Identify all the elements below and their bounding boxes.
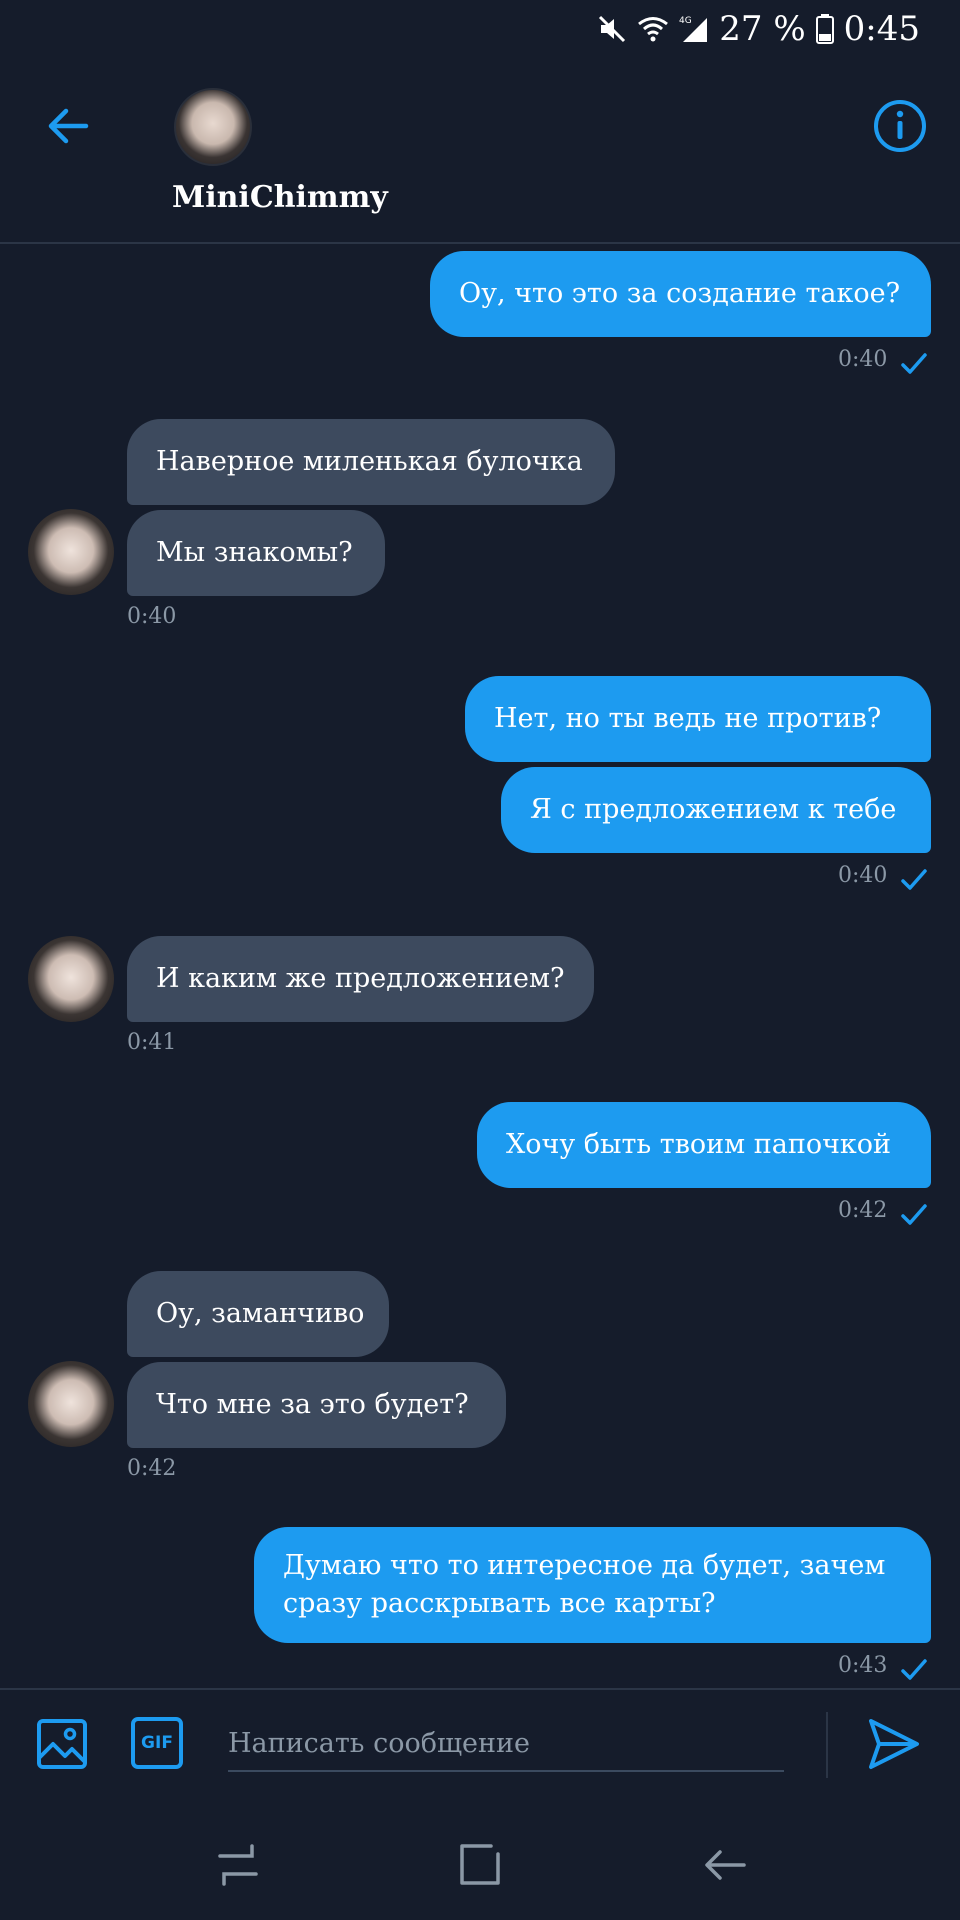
message-bubble-outgoing[interactable]: Нет, но ты ведь не против?: [465, 676, 931, 762]
message-text: Думаю что то интересное да будет, зачем …: [283, 1550, 886, 1619]
info-button[interactable]: [870, 96, 930, 156]
message-bubble-incoming[interactable]: Мы знакомы?: [127, 510, 385, 596]
message-text: Мы знакомы?: [156, 537, 353, 568]
back-arrow-icon: [48, 108, 89, 144]
message-text: Оу, заманчиво: [156, 1298, 365, 1329]
message-bubble-incoming[interactable]: Наверное миленькая булочка: [127, 419, 615, 505]
status-bar: 4G 27 % 0:45: [0, 0, 960, 58]
read-check-icon: [901, 353, 927, 374]
message-time: 0:40: [838, 863, 888, 888]
message-time: 0:42: [838, 1198, 888, 1223]
message-text: Оу, что это за создание такое?: [459, 278, 901, 309]
read-check-icon: [901, 1659, 927, 1680]
signal-icon: 4G: [679, 14, 709, 44]
contact-name[interactable]: MiniChimmy: [172, 180, 388, 215]
add-image-button[interactable]: [36, 1718, 88, 1770]
message-bubble-outgoing[interactable]: Хочу быть твоим папочкой: [477, 1102, 931, 1188]
home-icon: [460, 1844, 500, 1885]
message-composer: GIF Написать сообщение: [0, 1688, 960, 1806]
message-bubble-incoming[interactable]: Оу, заманчиво: [127, 1271, 389, 1357]
conversation-header: MiniChimmy: [0, 58, 960, 244]
message-bubble-incoming[interactable]: И каким же предложением?: [127, 936, 594, 1022]
message-time: 0:43: [838, 1653, 888, 1678]
recent-apps-button[interactable]: [214, 1840, 264, 1890]
battery-icon: [815, 14, 834, 44]
contact-avatar[interactable]: [174, 88, 252, 166]
wifi-icon: [637, 15, 669, 43]
message-bubble-outgoing[interactable]: Я с предложением к тебе: [501, 767, 931, 853]
message-time: 0:40: [838, 347, 888, 372]
back-nav-icon: [705, 1850, 746, 1880]
message-text: И каким же предложением?: [156, 963, 565, 994]
network-label: 4G: [679, 16, 692, 26]
send-icon: [869, 1719, 919, 1769]
message-text: Наверное миленькая булочка: [156, 446, 583, 477]
sender-avatar[interactable]: [28, 509, 114, 595]
message-bubble-outgoing[interactable]: Оу, что это за создание такое?: [430, 251, 931, 337]
message-bubble-outgoing[interactable]: Думаю что то интересное да будет, зачем …: [254, 1527, 931, 1643]
gif-label: GIF: [141, 1733, 173, 1753]
info-icon: [874, 100, 926, 152]
sender-avatar[interactable]: [28, 1361, 114, 1447]
message-input[interactable]: Написать сообщение: [228, 1716, 784, 1772]
message-time: 0:41: [127, 1030, 177, 1055]
battery-percent: 27 %: [719, 9, 806, 49]
sender-avatar[interactable]: [28, 936, 114, 1022]
home-button[interactable]: [455, 1840, 505, 1890]
back-nav-button[interactable]: [700, 1840, 750, 1890]
read-check-icon: [901, 869, 927, 890]
message-time: 0:42: [127, 1456, 177, 1481]
image-icon: [37, 1719, 87, 1769]
mute-icon: [597, 14, 627, 44]
message-text: Я с предложением к тебе: [530, 794, 897, 825]
message-list[interactable]: Оу, что это за создание такое? 0:40 Наве…: [0, 244, 960, 1688]
message-bubble-incoming[interactable]: Что мне за это будет?: [127, 1362, 506, 1448]
back-button[interactable]: [38, 96, 98, 156]
recent-apps-icon: [218, 1844, 258, 1886]
system-nav-bar: [0, 1806, 960, 1920]
read-check-icon: [901, 1204, 927, 1225]
message-text: Хочу быть твоим папочкой: [506, 1129, 892, 1160]
gif-button[interactable]: GIF: [130, 1716, 184, 1770]
message-input-placeholder: Написать сообщение: [228, 1727, 531, 1759]
message-text: Что мне за это будет?: [156, 1389, 469, 1420]
message-text: Нет, но ты ведь не против?: [494, 703, 882, 734]
composer-divider: [826, 1712, 828, 1778]
message-time: 0:40: [127, 604, 177, 629]
send-button[interactable]: [866, 1716, 922, 1772]
status-clock: 0:45: [843, 9, 920, 49]
